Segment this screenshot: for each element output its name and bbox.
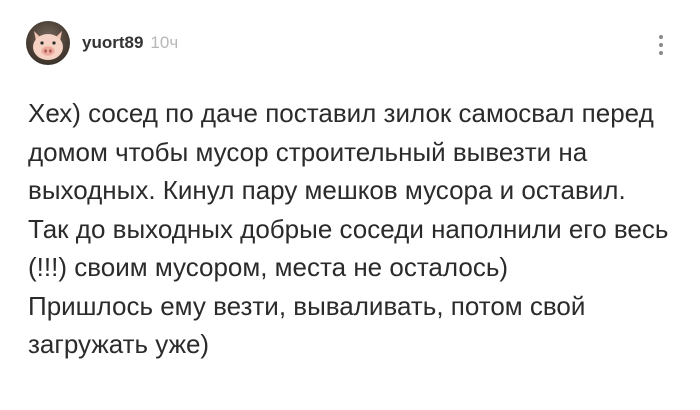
pig-avatar-icon xyxy=(26,21,70,65)
comment-paragraph: Так до выходных добрые соседи наполнили … xyxy=(28,213,669,283)
username[interactable]: yuort89 xyxy=(82,33,143,53)
comment-paragraph: Хех) сосед по даче поставил зилок самосв… xyxy=(28,98,654,205)
comment-timestamp: 10ч xyxy=(150,33,179,52)
comment-body: Хех) сосед по даче поставил зилок самосв… xyxy=(28,94,678,364)
comment-paragraph: Пришлось ему везти, вываливать, потом св… xyxy=(28,290,586,360)
comment-header: yuort89 10ч xyxy=(26,21,178,65)
more-vertical-icon-dot xyxy=(659,43,663,47)
more-options-button[interactable] xyxy=(652,28,670,62)
more-vertical-icon xyxy=(659,35,663,39)
comment-card: yuort89 10ч Хех) сосед по даче поставил … xyxy=(0,0,700,410)
avatar[interactable] xyxy=(26,21,70,65)
more-vertical-icon-dot xyxy=(659,51,663,55)
